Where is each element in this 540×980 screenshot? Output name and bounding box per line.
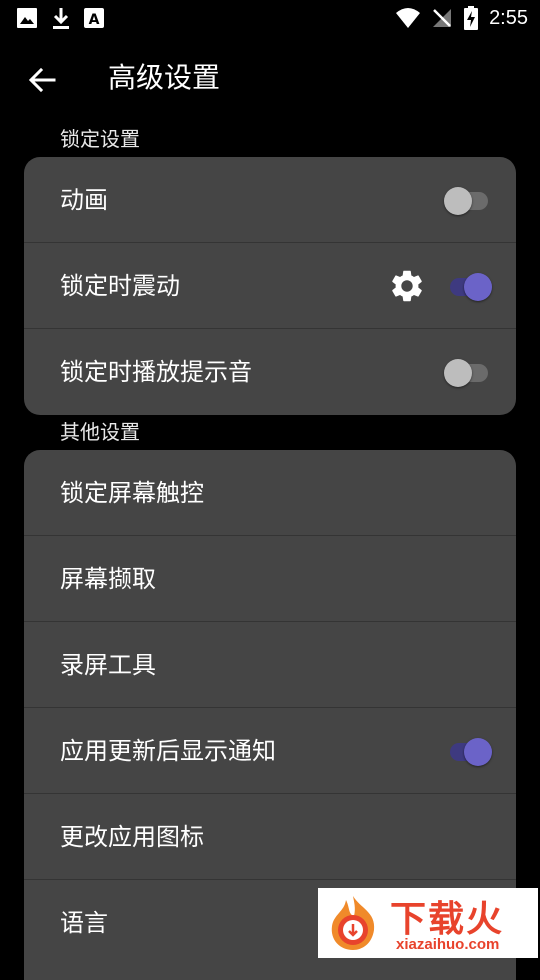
status-bar: A 2:55 [0, 0, 540, 36]
section-header-other: 其他设置 [60, 420, 140, 444]
toggle-thumb [444, 359, 472, 387]
setting-row-vibrate-on-lock[interactable]: 锁定时震动 [24, 243, 516, 329]
lock-settings-card: 动画 锁定时震动 锁定时播放提示音 [24, 157, 516, 415]
font-a-icon: A [84, 8, 104, 28]
arrow-back-icon [28, 67, 56, 93]
setting-label: 锁定时播放提示音 [60, 358, 252, 386]
toggle-thumb [464, 273, 492, 301]
image-icon [17, 8, 37, 28]
back-button[interactable] [22, 60, 62, 100]
gear-icon[interactable] [388, 267, 426, 305]
setting-row-screen-recorder[interactable]: 录屏工具 [24, 622, 516, 708]
setting-label: 锁定时震动 [60, 272, 180, 300]
setting-row-update-notification[interactable]: 应用更新后显示通知 [24, 708, 516, 794]
setting-row-lock-screen-touch[interactable]: 锁定屏幕触控 [24, 450, 516, 536]
page-title: 高级设置 [108, 61, 221, 94]
toggle-thumb [464, 738, 492, 766]
play-sound-on-lock-toggle[interactable] [444, 357, 492, 387]
status-time: 2:55 [489, 7, 528, 29]
no-signal-icon [433, 9, 452, 27]
setting-row-play-sound-on-lock[interactable]: 锁定时播放提示音 [24, 329, 516, 415]
watermark-url: xiazaihuo.com [396, 936, 500, 953]
vibrate-on-lock-toggle[interactable] [444, 271, 492, 301]
setting-label: 语言 [60, 909, 108, 937]
toggle-thumb [444, 187, 472, 215]
setting-row-screen-capture[interactable]: 屏幕撷取 [24, 536, 516, 622]
battery-charging-icon [464, 6, 479, 30]
svg-text:A: A [89, 12, 100, 28]
flame-logo-icon [331, 896, 375, 950]
status-bar-notifications: A [16, 6, 104, 30]
setting-row-change-app-icon[interactable]: 更改应用图标 [24, 794, 516, 880]
setting-label: 应用更新后显示通知 [60, 737, 276, 765]
animation-toggle[interactable] [444, 185, 492, 215]
app-bar: 高级设置 [0, 46, 540, 112]
status-bar-system: 2:55 [395, 5, 528, 31]
setting-label: 屏幕撷取 [60, 565, 156, 593]
watermark-brand: 下载火 [390, 899, 505, 940]
download-icon [53, 8, 69, 29]
setting-row-animation[interactable]: 动画 [24, 157, 516, 243]
setting-label: 录屏工具 [60, 651, 156, 679]
section-header-lock: 锁定设置 [60, 127, 140, 151]
update-notification-toggle[interactable] [444, 736, 492, 766]
setting-label: 动画 [60, 186, 108, 214]
wifi-icon [396, 8, 421, 28]
setting-label: 更改应用图标 [60, 823, 204, 851]
setting-label: 锁定屏幕触控 [60, 479, 204, 507]
watermark: 下载火 xiazaihuo.com [318, 888, 538, 958]
